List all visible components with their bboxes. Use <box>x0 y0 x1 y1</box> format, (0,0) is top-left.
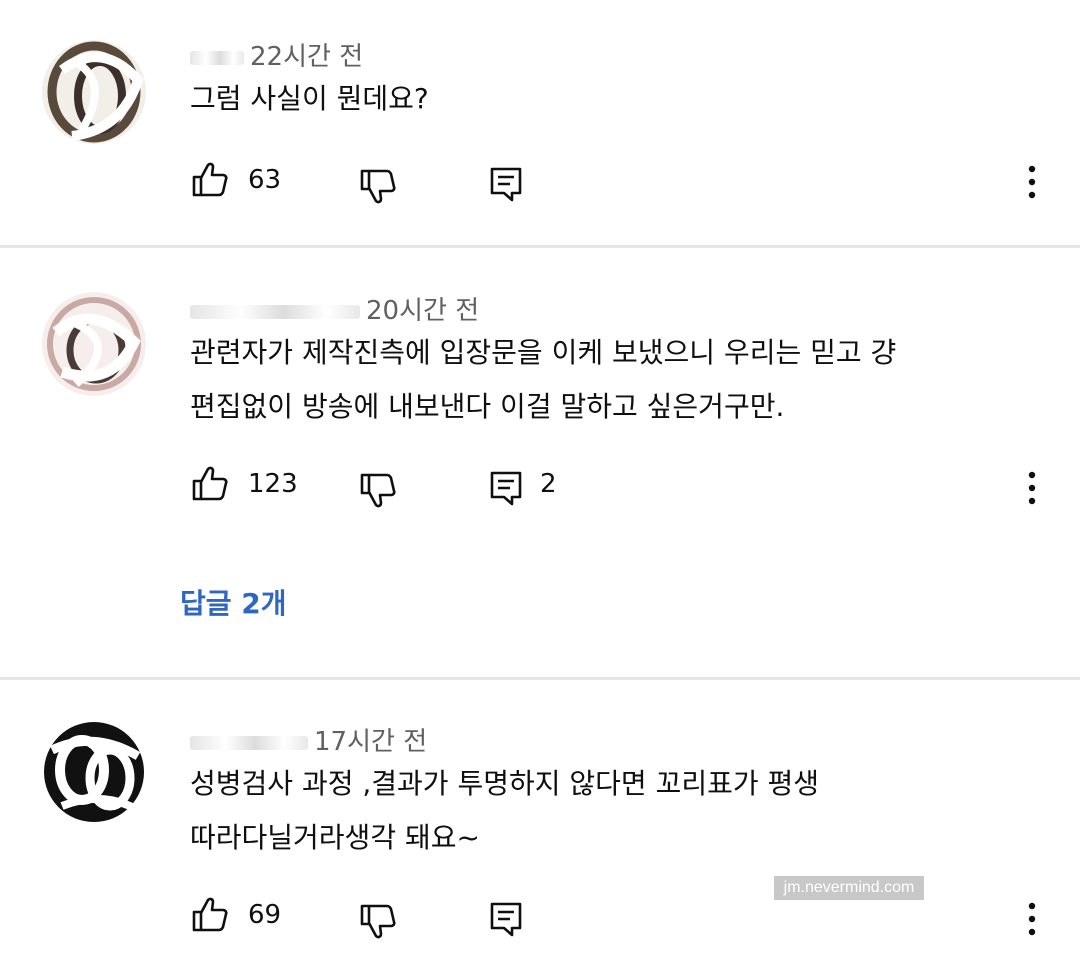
comment-line: 편집없이 방송에 내보낸다 이걸 말하고 싶은거구만. <box>190 390 785 423</box>
redacted-author <box>190 304 360 319</box>
comment-text: 관련자가 제작진측에 입장문을 이케 보냈으니 우리는 믿고 걍 편집없이 방송… <box>190 326 896 434</box>
thumbs-up-icon[interactable] <box>190 160 230 200</box>
comment-time: 17시간 전 <box>314 727 428 757</box>
redacted-author <box>190 50 244 65</box>
avatar-image <box>42 720 146 824</box>
comment-time: 20시간 전 <box>366 296 480 326</box>
like-count: 63 <box>248 165 282 195</box>
divider <box>0 677 1080 680</box>
avatar-image <box>42 292 146 396</box>
reply-icon[interactable] <box>486 164 526 204</box>
thumbs-down-icon[interactable] <box>358 901 398 941</box>
redacted-author <box>190 735 308 750</box>
thumbs-up-icon[interactable] <box>190 464 230 504</box>
avatar[interactable] <box>42 720 146 824</box>
avatar[interactable] <box>42 40 146 144</box>
comment-text: 그럼 사실이 뭔데요? <box>190 72 429 126</box>
more-vert-icon[interactable] <box>1026 899 1038 939</box>
comment-text: 성병검사 과정 ,결과가 투명하지 않다면 꼬리표가 평생 따라다닐거라생각 돼… <box>190 757 819 865</box>
view-replies-button[interactable]: 답글 2개 <box>180 582 287 622</box>
more-vert-icon[interactable] <box>1026 162 1038 202</box>
comment-time: 22시간 전 <box>250 42 364 72</box>
comment-meta: 20시간 전 <box>190 290 479 327</box>
thumbs-down-icon[interactable] <box>358 166 398 206</box>
more-vert-icon[interactable] <box>1026 468 1038 508</box>
thumbs-up-icon[interactable] <box>190 895 230 935</box>
reply-count: 2 <box>540 469 557 499</box>
comment-line: 관련자가 제작진측에 입장문을 이케 보냈으니 우리는 믿고 걍 <box>190 336 897 369</box>
comment-line: 성병검사 과정 ,결과가 투명하지 않다면 꼬리표가 평생 <box>190 767 820 800</box>
comment-meta: 22시간 전 <box>190 36 363 73</box>
comment-actions: 69 <box>0 893 1080 943</box>
avatar[interactable] <box>42 292 146 396</box>
divider <box>0 245 1080 248</box>
like-count: 69 <box>248 900 282 930</box>
comment-actions: 123 2 <box>0 462 1080 512</box>
comment-line: 그럼 사실이 뭔데요? <box>190 82 429 115</box>
reply-icon[interactable] <box>486 468 526 508</box>
avatar-image <box>42 40 146 144</box>
thumbs-down-icon[interactable] <box>358 470 398 510</box>
reply-icon[interactable] <box>486 899 526 939</box>
comment-meta: 17시간 전 <box>190 721 427 758</box>
like-count: 123 <box>248 469 298 499</box>
comment-actions: 63 <box>0 158 1080 208</box>
watermark: jm.nevermind.com <box>774 876 924 900</box>
comment-line: 따라다닐거라생각 돼요~ <box>190 821 480 854</box>
